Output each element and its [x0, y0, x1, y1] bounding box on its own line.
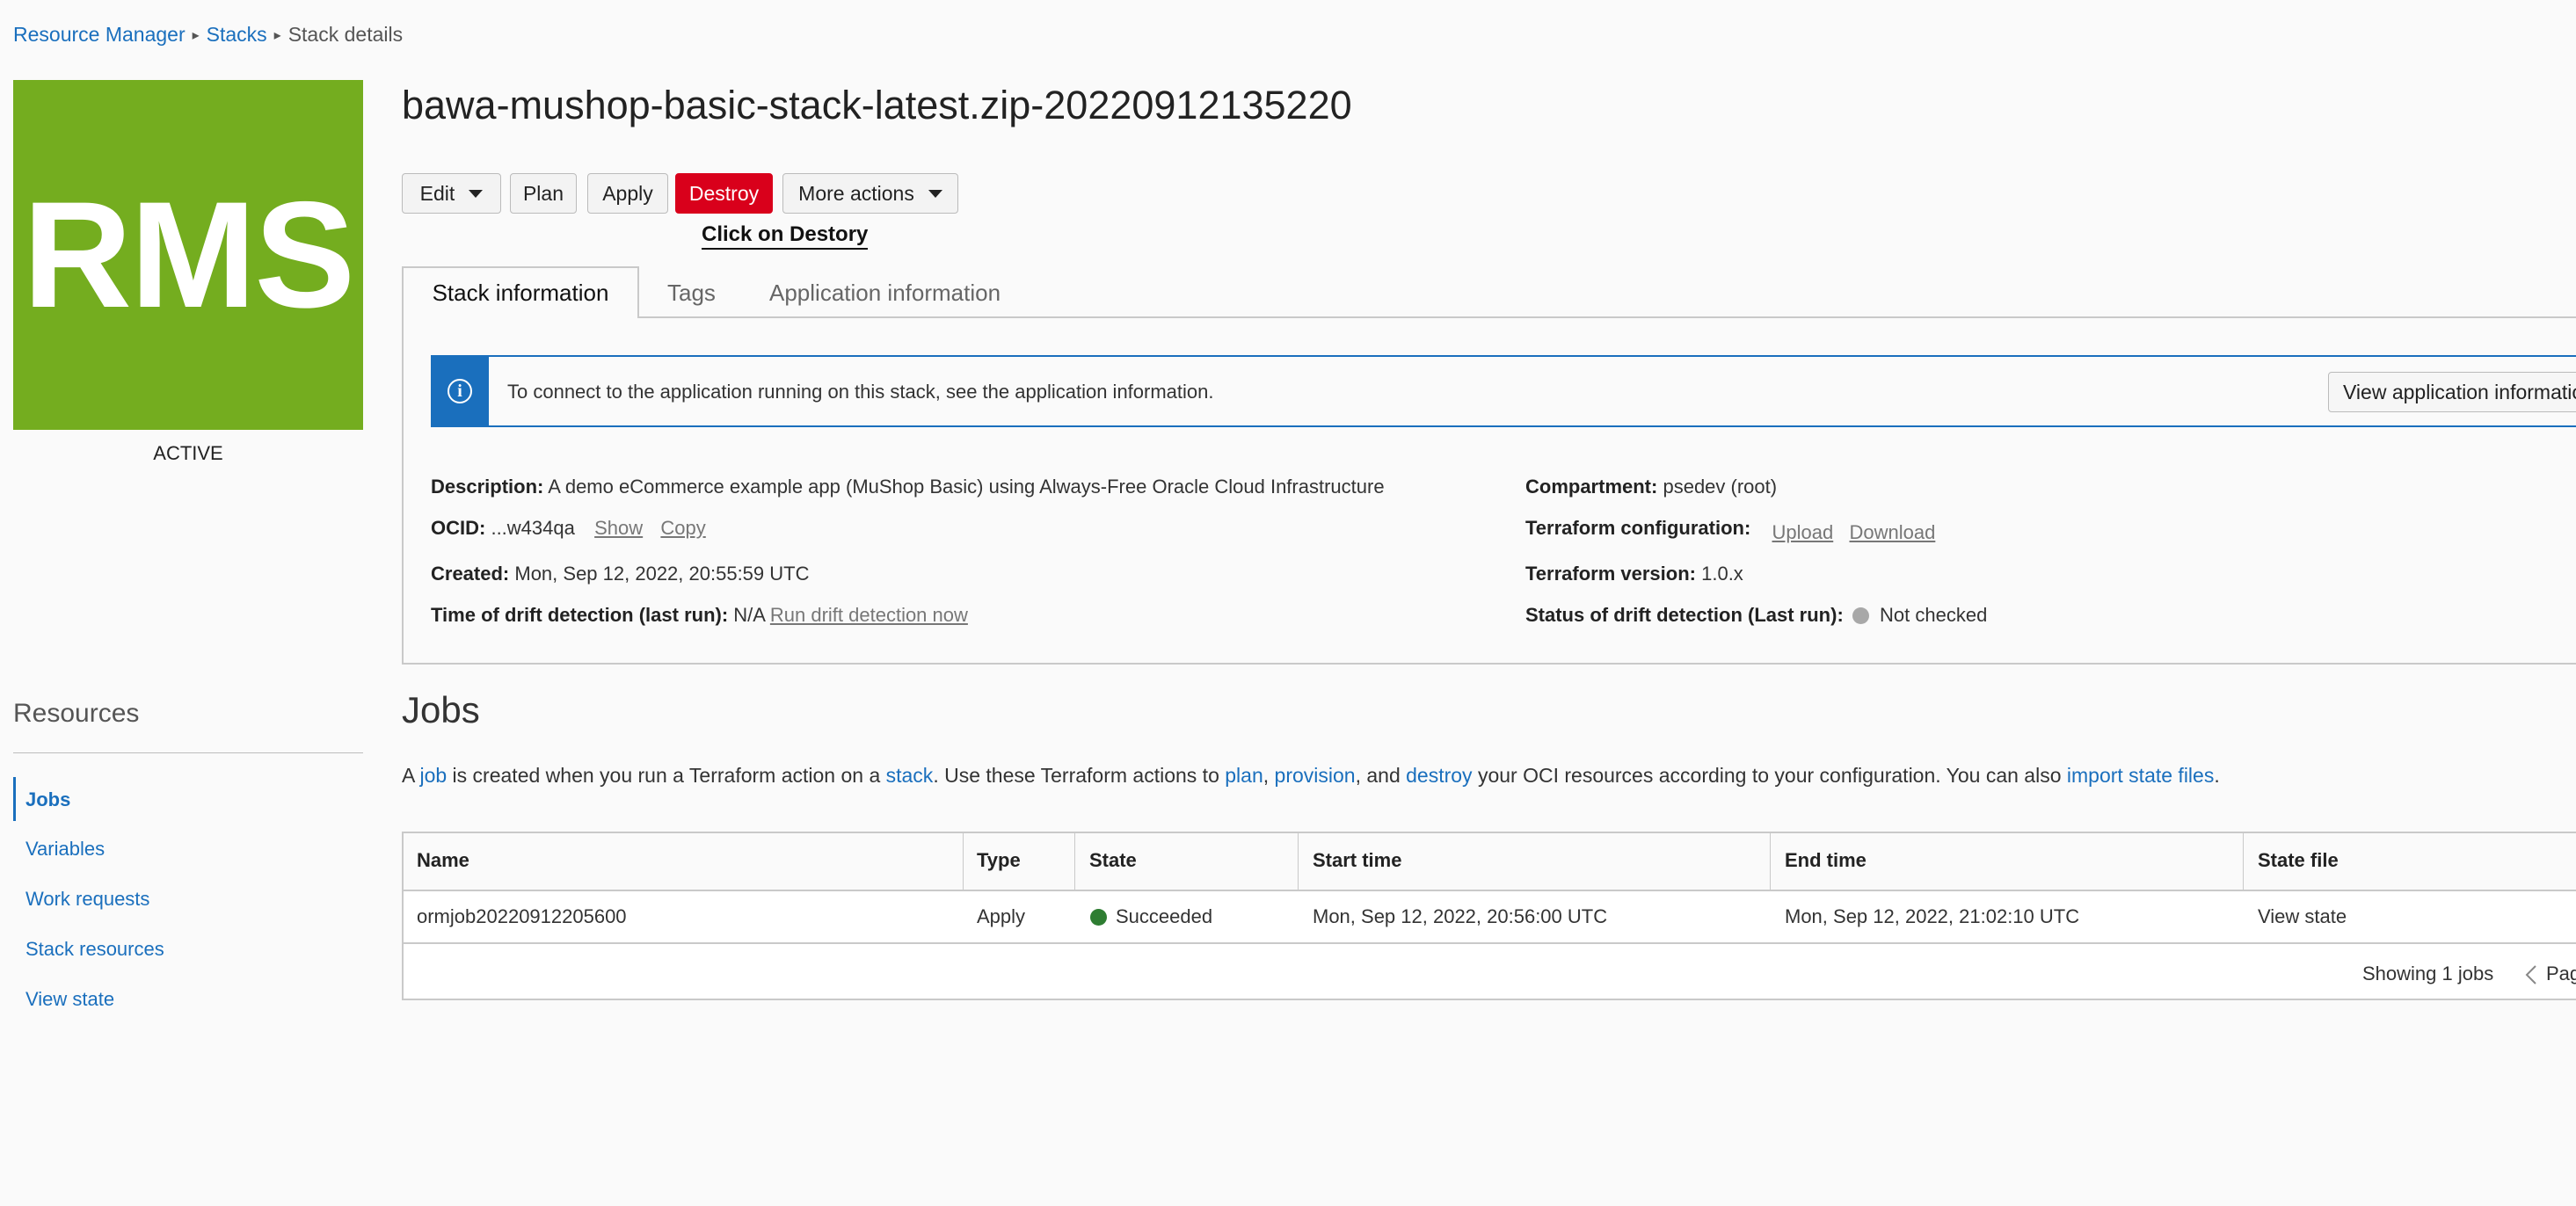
ocid-label: OCID:: [431, 517, 486, 539]
column-divider: [2243, 833, 2244, 890]
job-end-time: Mon, Sep 12, 2022, 21:02:10 UTC: [1785, 905, 2080, 927]
stack-status-label: ACTIVE: [153, 442, 223, 464]
destroy-link[interactable]: destroy: [1406, 764, 1472, 787]
column-divider: [1074, 833, 1075, 890]
breadcrumb-stacks[interactable]: Stacks: [207, 23, 267, 46]
upload-link[interactable]: Upload: [1772, 521, 1834, 543]
breadcrumb-current: Stack details: [287, 23, 404, 46]
annotation-text: Click on Destory: [702, 222, 869, 250]
succeeded-status-icon: [1090, 909, 1107, 926]
info-banner-text: To connect to the application running on…: [507, 381, 1214, 403]
breadcrumb-resource-manager[interactable]: Resource Manager: [13, 23, 186, 46]
column-divider: [1298, 833, 1299, 890]
drift-time-label: Time of drift detection (last run):: [431, 604, 729, 626]
created-row: Created: Mon, Sep 12, 2022, 20:55:59 UTC: [431, 563, 809, 585]
column-divider: [963, 833, 964, 890]
column-divider: [1770, 833, 1771, 890]
info-banner-icon-area: i: [431, 355, 489, 427]
created-value: Mon, Sep 12, 2022, 20:55:59 UTC: [514, 563, 810, 585]
terraform-version-label: Terraform version:: [1525, 563, 1696, 585]
drift-status-row: Status of drift detection (Last run): No…: [1525, 604, 1987, 627]
column-header-type[interactable]: Type: [977, 849, 1021, 872]
resources-title: Resources: [13, 699, 140, 728]
stack-link[interactable]: stack: [886, 764, 934, 787]
edit-button-label: Edit: [419, 181, 455, 205]
sidebar-item-work-requests[interactable]: Work requests: [25, 888, 149, 911]
terraform-version-row: Terraform version: 1.0.x: [1525, 563, 1743, 585]
drift-status-label: Status of drift detection (Last run):: [1525, 604, 1844, 626]
column-header-end-time[interactable]: End time: [1785, 849, 1867, 872]
drift-status-value: Not checked: [1880, 604, 1988, 626]
jobs-description: A job is created when you run a Terrafor…: [402, 764, 2220, 787]
page-title: bawa-mushop-basic-stack-latest.zip-20220…: [402, 83, 1352, 127]
column-header-state-file[interactable]: State file: [2258, 849, 2339, 872]
ocid-value: ...w434qa: [491, 517, 575, 539]
tab-tags[interactable]: Tags: [667, 280, 716, 307]
chevron-down-icon: [469, 189, 484, 198]
job-link[interactable]: job: [419, 764, 447, 787]
plan-link[interactable]: plan: [1225, 764, 1263, 787]
job-type: Apply: [977, 905, 1026, 927]
compartment-row: Compartment: psedev (root): [1525, 476, 1777, 498]
breadcrumb-separator-icon: ▸: [273, 28, 281, 43]
info-icon: i: [448, 379, 472, 403]
terraform-config-row: Terraform configuration: Upload Download: [1525, 517, 1935, 543]
plan-button[interactable]: Plan: [510, 173, 577, 214]
pager-label: Pag: [2546, 963, 2576, 984]
sidebar-item-variables[interactable]: Variables: [25, 838, 105, 861]
job-start-time: Mon, Sep 12, 2022, 20:56:00 UTC: [1313, 905, 1608, 927]
sidebar-item-stack-resources[interactable]: Stack resources: [25, 938, 164, 961]
description-value: A demo eCommerce example app (MuShop Bas…: [548, 476, 1385, 498]
jobs-count-label: Showing 1 jobs: [2362, 963, 2494, 984]
sidebar-item-view-state[interactable]: View state: [25, 988, 114, 1011]
status-dot-icon: [1852, 607, 1869, 624]
ocid-copy-link[interactable]: Copy: [660, 517, 705, 539]
run-drift-detection-link[interactable]: Run drift detection now: [770, 604, 968, 626]
description-row: Description: A demo eCommerce example ap…: [431, 476, 1385, 498]
import-state-files-link[interactable]: import state files: [2067, 764, 2214, 787]
tab-stack-information[interactable]: Stack information: [402, 266, 639, 318]
breadcrumb: Resource Manager ▸ Stacks ▸ Stack details: [13, 23, 403, 47]
created-label: Created:: [431, 563, 510, 585]
apply-button[interactable]: Apply: [587, 173, 668, 214]
edit-button[interactable]: Edit: [402, 173, 501, 214]
compartment-value: psedev (root): [1663, 476, 1778, 498]
resources-divider: [13, 752, 363, 753]
drift-time-value: N/A: [733, 604, 765, 626]
more-actions-button[interactable]: More actions: [782, 173, 958, 214]
drift-time-row: Time of drift detection (last run): N/A …: [431, 604, 968, 627]
terraform-version-value: 1.0.x: [1701, 563, 1743, 585]
jobs-title: Jobs: [402, 689, 480, 730]
active-item-indicator: [13, 777, 16, 821]
ocid-row: OCID: ...w434qa Show Copy: [431, 517, 706, 540]
terraform-config-label: Terraform configuration:: [1525, 517, 1751, 539]
ocid-show-link[interactable]: Show: [594, 517, 643, 539]
stack-logo: RMS: [13, 80, 363, 430]
sidebar-item-jobs[interactable]: Jobs: [25, 788, 70, 811]
job-name-link[interactable]: ormjob20220912205600: [417, 905, 627, 928]
table-row-divider: [404, 942, 2576, 944]
jobs-table-header: [404, 833, 2576, 891]
column-header-name[interactable]: Name: [417, 849, 469, 872]
view-state-link[interactable]: View state: [2258, 905, 2347, 928]
column-header-state[interactable]: State: [1089, 849, 1137, 872]
job-state: Succeeded: [1090, 905, 1212, 928]
breadcrumb-separator-icon: ▸: [192, 28, 200, 43]
chevron-down-icon: [928, 189, 942, 198]
view-application-information-button[interactable]: View application informatio: [2328, 372, 2576, 412]
description-label: Description:: [431, 476, 544, 498]
job-state-label: Succeeded: [1116, 905, 1213, 927]
provision-link[interactable]: provision: [1275, 764, 1356, 787]
compartment-label: Compartment:: [1525, 476, 1658, 498]
destroy-button[interactable]: Destroy: [675, 173, 773, 214]
download-link[interactable]: Download: [1849, 521, 1935, 543]
column-header-start-time[interactable]: Start time: [1313, 849, 1401, 872]
more-actions-label: More actions: [798, 181, 914, 205]
chevron-left-icon[interactable]: [2522, 964, 2540, 985]
tab-application-information[interactable]: Application information: [769, 280, 1001, 307]
